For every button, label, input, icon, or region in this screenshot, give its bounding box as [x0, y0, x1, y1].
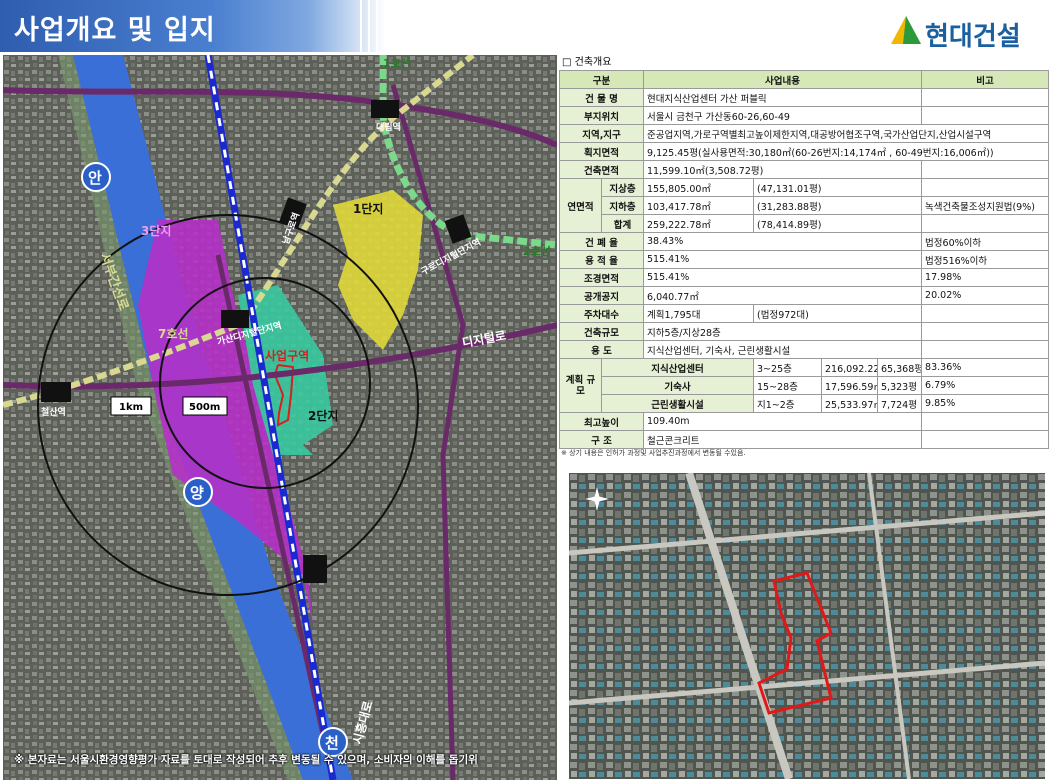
- header-stripe: [360, 0, 362, 52]
- label-project-area: 사업구역: [265, 348, 309, 363]
- table-row: 계획 규모 지식산업센터 3~25층 216,092.22㎡ 65,368평 8…: [559, 358, 1049, 413]
- table-row: 부지위치 서울시 금천구 가산동60-26,60-49: [558, 106, 1049, 125]
- table-row: 획지면적 9,125.45평(실사용면적:30,180㎡(60-26번지:14,…: [558, 142, 1049, 161]
- table-row: 합계 259,222.78㎡ (78,414.89평): [560, 214, 1049, 233]
- station-marker: [221, 310, 249, 328]
- label-zone3: 3단지: [141, 223, 171, 238]
- table-row: 조경면적 515.41% 17.98%: [558, 268, 1049, 287]
- logo-text: 현대건설: [925, 22, 1021, 52]
- table-row: 공개공지 6,040.77㎡ 20.02%: [558, 286, 1049, 305]
- location-map: 대림역 남구로역 구로디지털단지역 가산디지털단지역 철산역 1호선 2호선 7…: [3, 55, 557, 780]
- label-daerim: 대림역: [376, 121, 401, 133]
- table-header-row: 구분 사업내용 비고: [558, 70, 1049, 89]
- table-row: 지하층 103,417.78㎡ (31,283.88평) 녹색건축물조성지원법(…: [560, 196, 1049, 215]
- table-row: 용 적 율 515.41% 법정516%이하: [558, 250, 1049, 269]
- logo-triangle-icon: [891, 16, 921, 44]
- river-label-an: 안: [88, 169, 102, 187]
- table-row: 건 폐 율 38.43% 법정60%이하: [558, 232, 1049, 251]
- label-line7: 7호선: [158, 326, 188, 341]
- radius-1km-label: 1km: [119, 402, 143, 413]
- label-cheolsan: 철산역: [41, 406, 66, 418]
- table-row: 최고높이 109.40m: [558, 412, 1049, 431]
- header-stripe: [376, 0, 378, 52]
- overview-table: 구분 사업내용 비고 건 물 명 현대지식산업센터 가산 퍼블릭 부지위치 서울…: [558, 70, 1049, 449]
- table-row: 주차대수 계획1,795대 (법정972대): [558, 304, 1049, 323]
- col-header: 사업내용: [643, 70, 923, 89]
- table-row: 건축규모 지하5층/지상28층: [558, 322, 1049, 341]
- overview-heading: □ 건축개요: [562, 57, 612, 68]
- river-label-yang: 양: [190, 484, 204, 502]
- table-row: 건 물 명 현대지식산업센터 가산 퍼블릭: [558, 88, 1049, 107]
- table-row: 용 도 지식산업센터, 기숙사, 근린생활시설: [558, 340, 1049, 359]
- satellite-map-svg: [569, 473, 1045, 779]
- satellite-map: [569, 473, 1045, 779]
- col-header: 비고: [921, 70, 1049, 89]
- location-map-svg: 대림역 남구로역 구로디지털단지역 가산디지털단지역 철산역 1호선 2호선 7…: [3, 55, 557, 780]
- header-banner: 사업개요 및 입지: [0, 0, 385, 52]
- label-zone1: 1단지: [353, 201, 383, 216]
- river-label-cheon: 천: [325, 734, 339, 752]
- table-row: 근린생활시설 지1~2층 25,533.97㎡ 7,724평 9.85%: [560, 394, 1049, 413]
- footer-disclaimer: ※ 본자료는 서울시환경영향평가 자료를 토대로 작성되어 추후 변동될 수 있…: [14, 754, 478, 766]
- label-line2: 2호선: [523, 244, 551, 258]
- table-row: 지역,지구 준공업지역,가로구역별최고높이제한지역,대공방어협조구역,국가산업단…: [558, 124, 1049, 143]
- table-row: 기숙사 15~28층 17,596.59㎡ 5,323평 6.79%: [560, 376, 1049, 395]
- table-row: 구 조 철근콘크리트: [558, 430, 1049, 449]
- disclaimer-note: ※ 상기 내용은 인허가 과정및 사업추진과정에서 변동될 수있음.: [561, 449, 746, 457]
- station-marker: [371, 100, 399, 118]
- table-row: 연면적 지상층 155,805.00㎡ (47,131.01평): [559, 178, 1049, 233]
- col-header: 구분: [558, 70, 645, 89]
- hyundai-logo: 현대건설: [889, 14, 1039, 54]
- station-marker: [41, 382, 71, 402]
- building-overview: □ 건축개요 구분 사업내용 비고 건 물 명 현대지식산업센터 가산 퍼블릭 …: [558, 56, 1049, 449]
- header-stripe: [368, 0, 370, 52]
- radius-500m-label: 500m: [189, 402, 220, 413]
- table-row: 건축면적 11,599.10㎡(3,508.72평): [558, 160, 1049, 179]
- station-marker: [303, 555, 327, 583]
- label-zone2: 2단지: [308, 408, 338, 423]
- page-title: 사업개요 및 입지: [14, 15, 216, 46]
- label-line1: 1호선: [383, 56, 411, 70]
